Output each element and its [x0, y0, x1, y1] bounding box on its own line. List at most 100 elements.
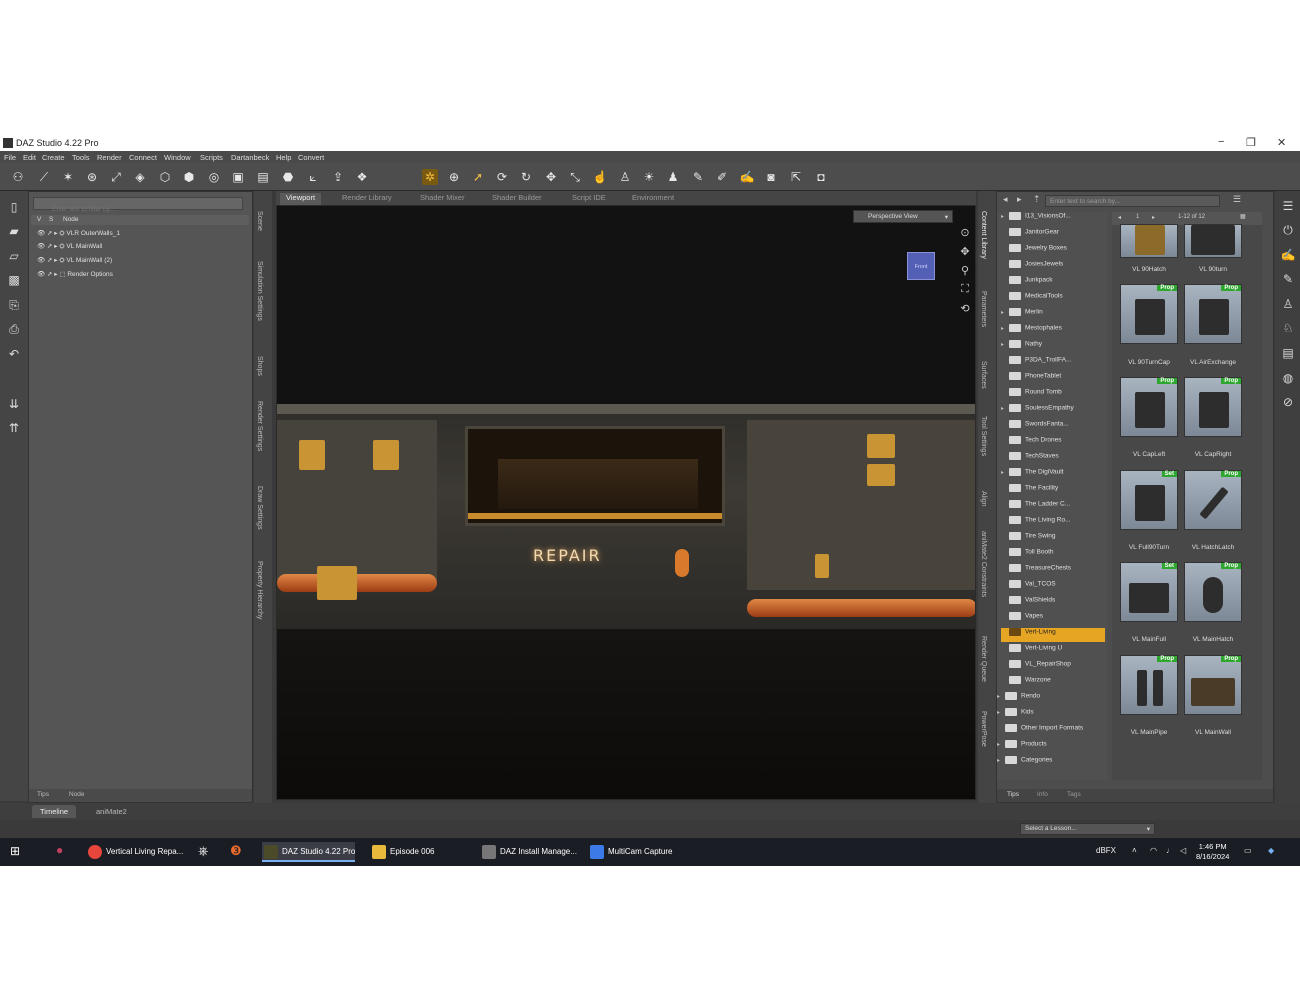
menu-icon[interactable]: ☰ — [1233, 194, 1241, 205]
vtab-powerpose[interactable]: PowerPose — [980, 711, 987, 747]
tab-viewport[interactable]: Viewport — [280, 193, 322, 205]
taskbar-item-daz[interactable]: DAZ Studio 4.22 Pro — [262, 842, 356, 862]
grid-view-icon[interactable]: ▦ — [1240, 213, 1246, 220]
primitive-icon[interactable]: ▤ — [255, 169, 271, 185]
folder-item[interactable]: JanitorGear — [1001, 228, 1105, 242]
scene-filter-input[interactable] — [34, 204, 242, 215]
close-button[interactable]: ✕ — [1277, 136, 1286, 149]
folder-item-selected[interactable]: Vert-Living — [1001, 628, 1105, 642]
reset-camera-icon[interactable]: ⟲ — [957, 302, 973, 321]
scene-node-row[interactable]: 👁 ➚ ▸ ⛭ VL MainWall (2) — [37, 256, 237, 268]
tab-environment[interactable]: Environment — [626, 193, 680, 202]
vtab-draw-settings[interactable]: Draw Settings — [256, 486, 263, 530]
folder-item[interactable]: Toll Booth — [1001, 548, 1105, 562]
maximize-button[interactable]: ❐ — [1246, 136, 1256, 149]
folder-item[interactable]: TreasureChests — [1001, 564, 1105, 578]
content-search-input[interactable]: Enter text to search by... — [1045, 195, 1220, 207]
open-file-icon[interactable]: ▰ — [6, 223, 22, 239]
folder-item[interactable]: Warzone — [1001, 676, 1105, 690]
node-selection-icon[interactable]: ⊕ — [446, 169, 462, 185]
menu-file[interactable]: File — [4, 153, 16, 162]
camera-select[interactable]: Perspective View ▾ — [853, 210, 953, 223]
universal-tool-icon[interactable]: ✲ — [422, 169, 438, 185]
asset-thumbnail[interactable]: Prop — [1184, 562, 1242, 622]
folder-item[interactable]: ▸ Nathy — [1001, 340, 1105, 354]
globe-icon[interactable]: ◍ — [1280, 371, 1296, 387]
col-selectable[interactable]: S — [49, 216, 53, 223]
folder-item[interactable]: VL_RepairShop — [1001, 660, 1105, 674]
pick-icon[interactable]: ⇱ — [788, 169, 804, 185]
folder-item[interactable]: P3DA_TrollFA... — [1001, 356, 1105, 370]
drop-to-floor-icon[interactable]: ⇊ — [6, 396, 22, 412]
folder-item[interactable]: ▸ Kids — [997, 708, 1101, 722]
polygon-icon[interactable]: ⬣ — [280, 169, 296, 185]
asset-thumbnail[interactable]: Prop — [1184, 655, 1242, 715]
folder-item[interactable]: Vert-Living U — [1001, 644, 1105, 658]
folder-item[interactable]: ▸ Merlin — [1001, 308, 1105, 322]
folder-item[interactable]: ▸ Rendo — [997, 692, 1101, 706]
folder-item[interactable]: The Facility — [1001, 484, 1105, 498]
asset-thumbnail[interactable]: Prop — [1120, 377, 1178, 437]
joint-editor-icon[interactable]: ⟋ — [36, 169, 52, 185]
tab-info[interactable]: Info — [1037, 791, 1048, 798]
lesson-select[interactable]: Select a Lesson... ▾ — [1020, 823, 1155, 835]
folder-item[interactable]: ValShields — [1001, 596, 1105, 610]
notification-icon[interactable]: ▭ — [1244, 846, 1252, 855]
asset-thumbnail[interactable]: Set — [1120, 562, 1178, 622]
menu-convert[interactable]: Convert — [298, 153, 324, 162]
merge-icon[interactable]: ▱ — [6, 248, 22, 264]
orbit-icon[interactable]: ↻ — [518, 169, 534, 185]
folder-item[interactable]: ▸ Categories — [997, 756, 1101, 770]
camera-icon[interactable]: ◘ — [813, 169, 829, 185]
app-icon[interactable]: ● — [56, 843, 63, 857]
navigation-cube[interactable]: Front — [907, 252, 935, 280]
asset-thumbnail[interactable] — [1120, 224, 1178, 258]
vtab-surfaces[interactable]: Surfaces — [980, 361, 987, 389]
asset-thumbnail[interactable]: Set — [1120, 470, 1178, 530]
folder-item[interactable]: Other Import Formats — [997, 724, 1101, 738]
pane-menu-icon[interactable]: ☰ — [1280, 199, 1296, 215]
wifi-icon[interactable]: ◠ — [1150, 846, 1157, 855]
menu-connect[interactable]: Connect — [129, 153, 157, 162]
chevron-up-icon[interactable]: ˄ — [1132, 846, 1137, 855]
tab-tips[interactable]: Tips — [37, 791, 49, 798]
asset-thumbnail[interactable]: Prop — [1184, 284, 1242, 344]
export-file-icon[interactable]: ⎙ — [6, 321, 22, 337]
vtab-shops[interactable]: Shops — [256, 356, 263, 376]
vtab-simulation-settings[interactable]: Simulation Settings — [256, 261, 263, 321]
geometry-editor-icon[interactable]: ✶ — [60, 169, 76, 185]
brush-icon[interactable]: ✎ — [690, 169, 706, 185]
folder-item[interactable]: Tech Drones — [1001, 436, 1105, 450]
vtab-render-settings[interactable]: Render Settings — [256, 401, 263, 451]
image-edit-icon[interactable]: ✍ — [739, 169, 755, 185]
prev-page-icon[interactable]: ◂ — [1118, 214, 1121, 221]
morph-icon[interactable]: ✎ — [1280, 272, 1296, 288]
scene-filter[interactable] — [33, 197, 243, 215]
shader-icon[interactable]: ❖ — [354, 169, 370, 185]
scene-identification-icon[interactable]: ⚇ — [10, 169, 26, 185]
windows-start-icon[interactable]: ⊞ — [10, 844, 20, 858]
folder-item[interactable]: SwordsFanta... — [1001, 420, 1105, 434]
folder-item[interactable]: Val_TCOS — [1001, 580, 1105, 594]
shape-icon[interactable]: ♘ — [1280, 321, 1296, 337]
scene-node-row[interactable]: 👁 ➚ ▸ ⛭ VL MainWall — [37, 242, 237, 254]
region-navigator-icon[interactable]: ⬢ — [181, 169, 197, 185]
render-icon[interactable]: ◙ — [763, 169, 779, 185]
asset-thumbnail[interactable] — [1184, 224, 1242, 258]
forward-icon[interactable]: ▸ — [1017, 194, 1022, 205]
widget-icon[interactable]: ◆ — [1268, 846, 1274, 855]
vtab-parameters[interactable]: Parameters — [980, 291, 987, 327]
taskbar-item-browser[interactable]: Vertical Living Repa... — [86, 842, 183, 862]
target-icon[interactable]: ◎ — [206, 169, 222, 185]
folder-item[interactable]: The Living Ro... — [1001, 516, 1105, 530]
mic-icon[interactable]: ♩ — [1166, 846, 1174, 855]
folder-item[interactable]: Jewelry Boxes — [1001, 244, 1105, 258]
tab-timeline[interactable]: Timeline — [32, 805, 77, 818]
3d-viewport[interactable]: Perspective View ▾ Front ⊙ ✥ ⚲ ⛶ ⟲ REPAI… — [276, 205, 976, 800]
export-icon[interactable]: ⇪ — [330, 169, 346, 185]
menu-render[interactable]: Render — [97, 153, 122, 162]
asset-thumbnail[interactable]: Prop — [1120, 284, 1178, 344]
scale-icon[interactable]: ⤡ — [567, 169, 583, 185]
menu-scripts[interactable]: Scripts — [200, 153, 223, 162]
tab-script-ide[interactable]: Script IDE — [566, 193, 612, 202]
